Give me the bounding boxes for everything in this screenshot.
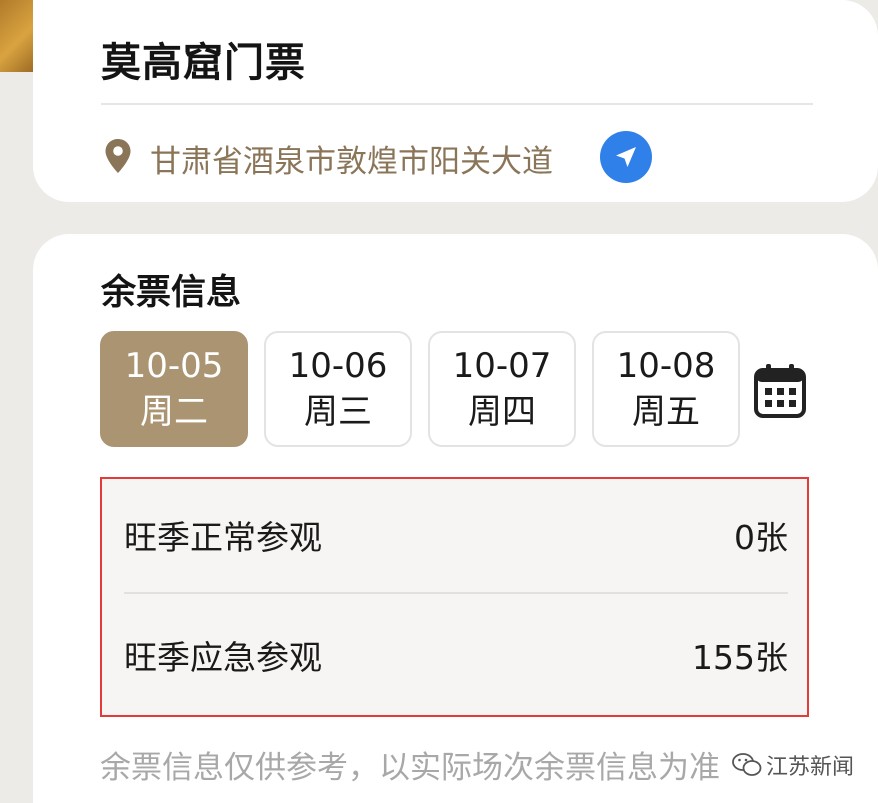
- divider: [101, 103, 813, 105]
- wechat-icon: [732, 753, 762, 776]
- date-label: 10-06: [288, 346, 388, 386]
- ticket-type-label: 旺季应急参观: [124, 638, 322, 677]
- attraction-card: 莫高窟门票 甘肃省酒泉市敦煌市阳关大道: [33, 0, 878, 202]
- ticket-info-card: 余票信息 10-05 周二 10-06 周三 10-07 周四 10-08 周五: [33, 234, 878, 803]
- date-label: 10-07: [452, 346, 552, 386]
- weekday-label: 周三: [304, 392, 372, 432]
- ticket-type-label: 旺季正常参观: [124, 518, 322, 557]
- ticket-row-normal: 旺季正常参观 0张: [124, 505, 788, 565]
- divider: [124, 592, 788, 594]
- ticket-count: 155张: [692, 638, 788, 677]
- map-pin-icon: [105, 139, 131, 173]
- section-title: 余票信息: [101, 273, 242, 313]
- ticket-note: 余票信息仅供参考，以实际场次余票信息为准: [100, 750, 720, 786]
- weekday-label: 周五: [632, 392, 700, 432]
- date-chip-10-08[interactable]: 10-08 周五: [592, 331, 740, 447]
- navigation-arrow-icon: [616, 147, 636, 167]
- date-label: 10-08: [616, 346, 716, 386]
- ticket-row-emergency: 旺季应急参观 155张: [124, 625, 788, 685]
- ticket-availability-box: 旺季正常参观 0张 旺季应急参观 155张: [100, 477, 809, 717]
- calendar-icon[interactable]: [753, 362, 807, 420]
- weekday-label: 周二: [140, 392, 208, 432]
- navigate-button[interactable]: [600, 131, 652, 183]
- date-chip-10-05[interactable]: 10-05 周二: [100, 331, 248, 447]
- app-screen: 莫高窟门票 甘肃省酒泉市敦煌市阳关大道 余票信息 10-05 周二 10-06 …: [0, 0, 878, 803]
- date-label: 10-05: [124, 346, 224, 386]
- address-text[interactable]: 甘肃省酒泉市敦煌市阳关大道: [150, 136, 553, 181]
- watermark: 江苏新闻: [732, 748, 854, 782]
- weekday-label: 周四: [468, 392, 536, 432]
- date-chip-10-07[interactable]: 10-07 周四: [428, 331, 576, 447]
- watermark-text: 江苏新闻: [766, 755, 855, 780]
- date-chip-10-06[interactable]: 10-06 周三: [264, 331, 412, 447]
- ticket-count: 0张: [734, 518, 788, 557]
- page-title: 莫高窟门票: [101, 40, 306, 86]
